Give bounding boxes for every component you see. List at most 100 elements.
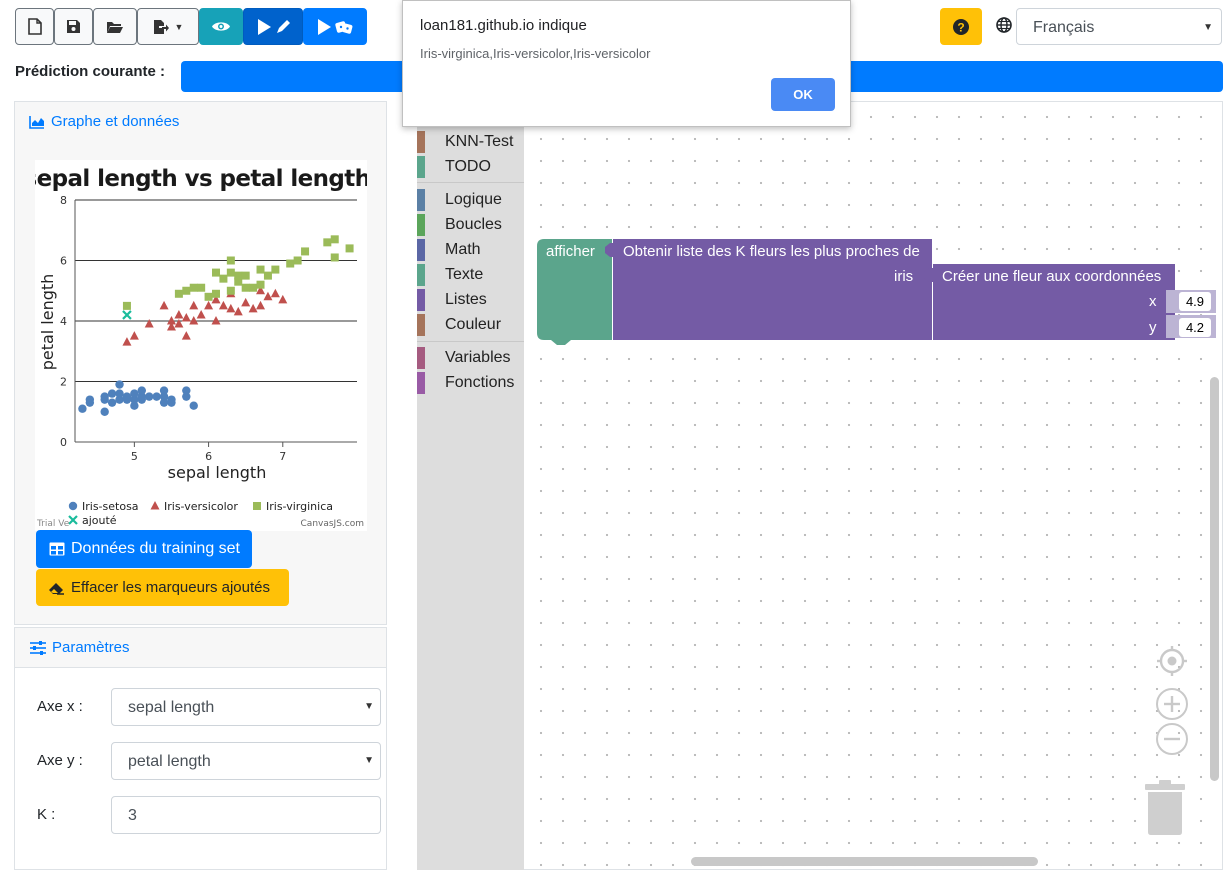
chart-svg: sepal length vs petal length 0 2 4 6 8 5 6 7 se… <box>24 166 372 529</box>
data-point <box>234 271 243 280</box>
data-point <box>181 312 191 322</box>
axis-x-label: Axe x : <box>37 698 83 715</box>
help-button[interactable]: ? <box>940 8 982 45</box>
data-point <box>182 386 191 395</box>
data-point <box>159 300 169 310</box>
data-point <box>219 274 228 283</box>
blockly-workspace[interactable] <box>417 101 1223 870</box>
workspace-vertical-scrollbar[interactable] <box>1210 377 1219 781</box>
category-swatch <box>417 289 425 311</box>
toolbox-category-variables[interactable]: Variables <box>417 347 511 369</box>
chevron-down-icon: ▼ <box>174 21 184 32</box>
run-edit-button[interactable] <box>243 8 303 45</box>
category-label: Variables <box>445 349 511 366</box>
x-axis-title: sepal length <box>168 463 267 482</box>
toolbox-category-listes[interactable]: Listes <box>417 289 487 311</box>
toolbox-category-couleur[interactable]: Couleur <box>417 314 501 336</box>
toolbox-category-todo[interactable]: TODO <box>417 156 491 178</box>
data-point <box>249 283 258 292</box>
new-file-icon <box>27 18 42 35</box>
toolbox-category-logique[interactable]: Logique <box>417 189 502 211</box>
y-tick-label: 8 <box>60 194 67 207</box>
save-button[interactable] <box>54 8 93 45</box>
data-point <box>189 316 199 325</box>
category-swatch <box>417 264 425 286</box>
graph-card: Graphe et données sepal length vs petal … <box>14 101 387 625</box>
data-point <box>182 286 191 295</box>
blockly-toolbox: KNN-Test TODO Logique Boucles Math Texte… <box>417 101 524 870</box>
y-number-field[interactable]: 4.2 <box>1179 318 1211 337</box>
category-swatch <box>417 239 425 261</box>
category-label: Texte <box>445 266 484 283</box>
data-point <box>122 337 132 346</box>
legend-marker <box>68 515 78 525</box>
data-point <box>241 297 251 307</box>
axis-y-label: Axe y : <box>37 752 83 769</box>
chart-watermark: Trial Ve <box>36 519 70 529</box>
category-swatch <box>417 156 425 178</box>
category-swatch <box>417 131 425 153</box>
category-swatch <box>417 189 425 211</box>
run-random-button[interactable] <box>303 8 367 45</box>
open-button[interactable] <box>93 8 137 45</box>
k-label: K : <box>37 806 56 823</box>
training-data-label: Données du training set <box>71 540 240 557</box>
legend-label: Iris-virginica <box>266 500 333 513</box>
data-point <box>189 300 199 310</box>
training-data-button[interactable]: Données du training set <box>36 530 252 568</box>
data-point <box>122 392 132 401</box>
x-number-field[interactable]: 4.9 <box>1179 292 1211 311</box>
graph-card-header[interactable]: Graphe et données <box>29 113 179 130</box>
language-select-value: Français <box>1033 19 1095 36</box>
x-input-label: x <box>1149 293 1157 310</box>
trash-icon[interactable] <box>1143 780 1187 836</box>
toolbox-category-boucles[interactable]: Boucles <box>417 214 502 236</box>
parameters-header: Paramètres <box>15 628 386 668</box>
category-label: Listes <box>445 291 487 308</box>
category-label: Math <box>445 241 481 258</box>
data-point <box>204 300 214 310</box>
category-label: Logique <box>445 191 502 208</box>
data-point <box>115 389 124 398</box>
data-point <box>270 288 280 298</box>
data-point <box>166 316 176 325</box>
preview-button[interactable] <box>199 8 243 45</box>
toolbox-category-texte[interactable]: Texte <box>417 264 483 286</box>
data-point <box>226 268 235 277</box>
toolbox-category-knn-test[interactable]: KNN-Test <box>417 131 513 153</box>
clear-markers-button[interactable]: Effacer les marqueurs ajoutés <box>36 569 289 606</box>
data-point <box>248 303 258 313</box>
toolbox-category-math[interactable]: Math <box>417 239 481 261</box>
y-tick-label: 0 <box>60 436 67 449</box>
globe-icon <box>996 17 1012 38</box>
data-point <box>196 309 206 319</box>
parameters-header-link[interactable]: Paramètres <box>30 639 130 656</box>
category-swatch <box>417 372 425 394</box>
svg-text:?: ? <box>957 20 964 34</box>
zoom-out-icon[interactable] <box>1155 722 1189 756</box>
chart-grid: 0 2 4 6 8 5 6 7 <box>60 194 357 463</box>
data-point <box>189 401 198 410</box>
create-flower-label: Créer une fleur aux coordonnées <box>942 268 1162 285</box>
data-point <box>152 392 161 401</box>
data-point <box>181 331 191 340</box>
data-point <box>78 404 87 413</box>
dialog-message: Iris-virginica,Iris-versicolor,Iris-vers… <box>420 46 651 61</box>
new-file-button[interactable] <box>15 8 54 45</box>
data-point <box>226 256 235 265</box>
axis-y-select[interactable]: petal length ▼ <box>111 742 381 780</box>
data-point <box>211 316 221 325</box>
toolbox-category-fonctions[interactable]: Fonctions <box>417 372 514 394</box>
language-select[interactable]: Français ▼ <box>1016 8 1222 45</box>
workspace-horizontal-scrollbar[interactable] <box>691 857 1038 866</box>
export-dropdown-button[interactable]: ▼ <box>137 8 199 45</box>
axis-x-select[interactable]: sepal length ▼ <box>111 688 381 726</box>
data-point <box>197 283 206 292</box>
parameters-title: Paramètres <box>52 639 130 656</box>
category-swatch <box>417 214 425 236</box>
category-swatch <box>417 314 425 336</box>
recenter-icon[interactable] <box>1157 646 1187 676</box>
dialog-ok-button[interactable]: OK <box>771 78 835 111</box>
k-input[interactable]: 3 <box>111 796 381 834</box>
zoom-in-icon[interactable] <box>1155 687 1189 721</box>
